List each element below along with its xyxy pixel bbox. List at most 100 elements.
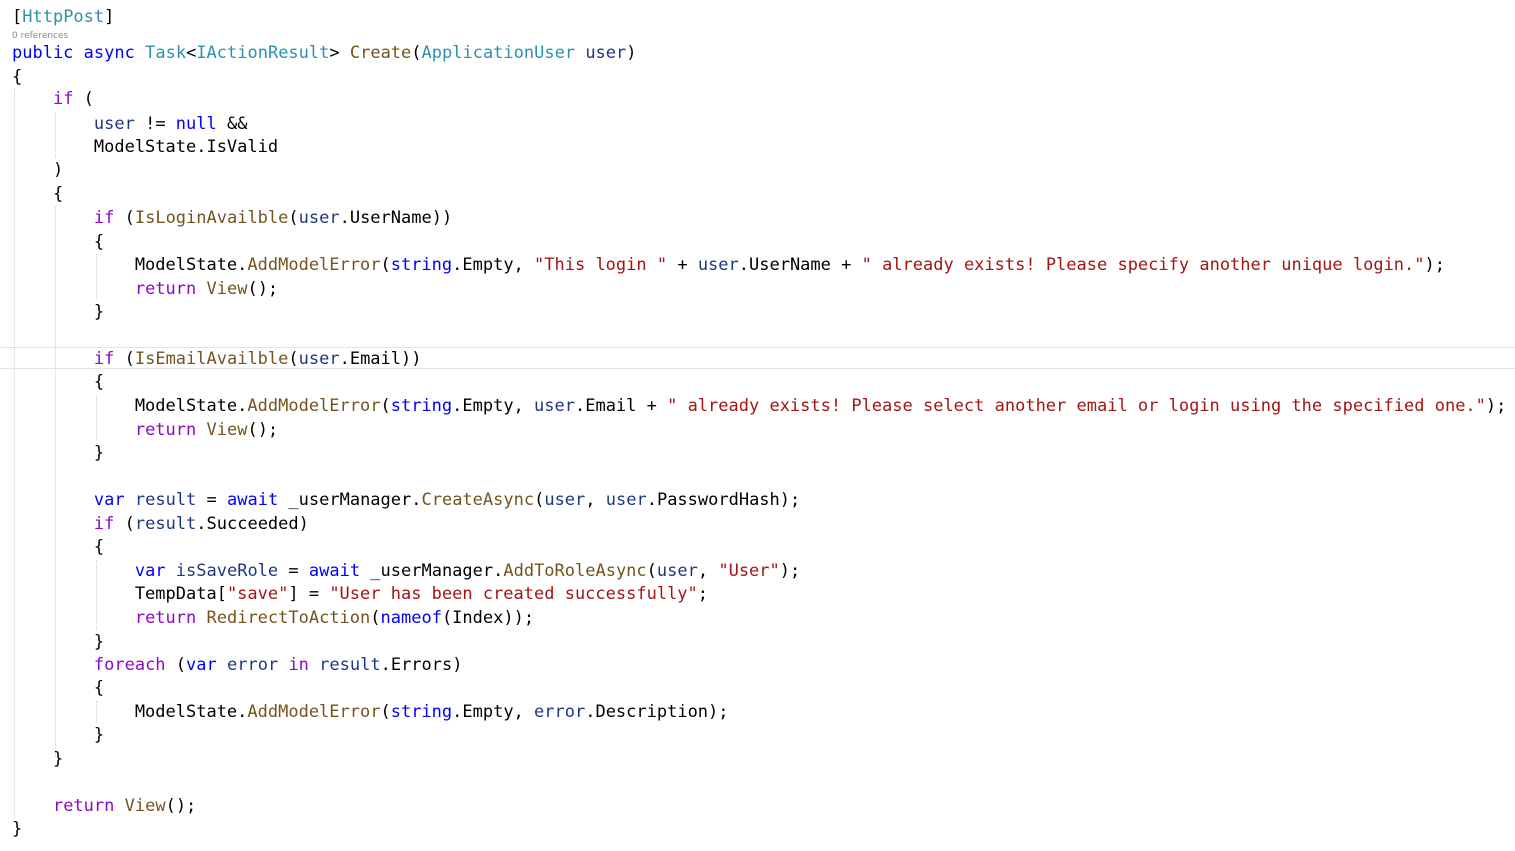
plain-token: );	[1485, 396, 1507, 416]
plain-token: ] =	[288, 584, 330, 604]
plain-token: (	[380, 396, 391, 416]
code-line[interactable]: [HttpPost]	[12, 6, 114, 28]
code-line[interactable]: {	[12, 183, 63, 205]
plain-token: (	[114, 349, 135, 369]
plain-token: }	[12, 443, 105, 463]
variable-token: isSaveRole	[175, 561, 279, 581]
string-token: " already exists! Please select another …	[667, 396, 1486, 416]
plain-token: ModelState.	[12, 255, 248, 275]
control-keyword-token: in	[288, 655, 309, 675]
variable-token: user	[93, 114, 135, 134]
codelens-references[interactable]: 0 references	[12, 31, 68, 41]
variable-token: user	[656, 561, 698, 581]
plain-token: ]	[104, 7, 115, 27]
plain-token: (Index));	[441, 608, 535, 628]
code-line[interactable]: return RedirectToAction(nameof(Index));	[12, 607, 534, 629]
plain-token: (	[165, 655, 187, 675]
keyword-token: string	[390, 702, 453, 722]
code-line[interactable]: {	[12, 231, 104, 253]
code-line[interactable]: foreach (var error in result.Errors)	[12, 654, 463, 676]
code-line[interactable]: ModelState.IsValid	[12, 136, 278, 158]
code-line[interactable]: }	[12, 442, 104, 464]
code-line[interactable]: }	[12, 818, 22, 840]
plain-token: _userManager.	[278, 490, 422, 510]
method-token: AddToRoleAsync	[503, 561, 647, 581]
plain-token: (	[114, 208, 135, 228]
keyword-token: var	[186, 655, 217, 675]
plain-token: }	[12, 725, 105, 745]
plain-token: <	[186, 43, 197, 63]
plain-token: _userManager.	[360, 561, 504, 581]
code-line[interactable]: TempData["save"] = "User has been create…	[12, 583, 708, 605]
code-line[interactable]: {	[12, 536, 104, 558]
code-line[interactable]: return View();	[12, 419, 278, 441]
code-line[interactable]: }	[12, 748, 63, 770]
plain-token: {	[12, 678, 105, 698]
variable-token: user	[697, 255, 739, 275]
code-line[interactable]: if (	[12, 88, 94, 110]
plain-token: {	[12, 67, 23, 87]
type-token: Task	[145, 43, 187, 63]
code-line[interactable]: var isSaveRole = await _userManager.AddT…	[12, 560, 800, 582]
variable-token: result	[134, 490, 197, 510]
control-keyword-token: return	[134, 608, 197, 628]
method-token: RedirectToAction	[206, 608, 371, 628]
code-line[interactable]: user != null &&	[12, 113, 248, 135]
keyword-token: null	[175, 114, 217, 134]
variable-token: user	[298, 349, 340, 369]
method-token: AddModelError	[247, 396, 381, 416]
plain-token: (	[380, 702, 391, 722]
plain-token: .Empty,	[452, 396, 535, 416]
keyword-token: public	[12, 43, 74, 63]
code-line[interactable]: if (IsEmailAvailble(user.Email))	[12, 348, 422, 370]
plain-token: }	[12, 819, 23, 839]
keyword-token: var	[134, 561, 166, 581]
code-line[interactable]: {	[12, 677, 104, 699]
plain-token: .UserName))	[339, 208, 453, 228]
code-line[interactable]: public async Task<IActionResult> Create(…	[12, 42, 637, 64]
code-line[interactable]: if (IsLoginAvailble(user.UserName))	[12, 207, 452, 229]
code-line[interactable]: }	[12, 724, 104, 746]
plain-token: .Empty,	[452, 255, 535, 275]
code-line[interactable]: ModelState.AddModelError(string.Empty, "…	[12, 254, 1445, 276]
code-line[interactable]: return View();	[12, 795, 196, 817]
code-line[interactable]: return View();	[12, 278, 278, 300]
plain-token: ;	[697, 584, 709, 604]
plain-token: }	[12, 749, 64, 769]
method-token: View	[206, 279, 248, 299]
control-keyword-token: return	[52, 796, 115, 816]
plain-token: &&	[216, 114, 248, 134]
plain-token: ModelState.	[12, 702, 248, 722]
code-line[interactable]: ModelState.AddModelError(string.Empty, u…	[12, 395, 1507, 417]
plain-token: {	[12, 184, 64, 204]
code-line[interactable]: )	[12, 159, 63, 181]
keyword-token: var	[93, 490, 125, 510]
method-token: AddModelError	[247, 702, 381, 722]
code-editor[interactable]: 0 references [HttpPost] public async Task…	[0, 0, 1515, 851]
code-line[interactable]: {	[12, 66, 22, 88]
code-line[interactable]: var result = await _userManager.CreateAs…	[12, 489, 800, 511]
control-keyword-token: if	[93, 514, 115, 534]
plain-token: =	[278, 561, 309, 581]
plain-token: >	[329, 43, 350, 63]
plain-token: (	[534, 490, 545, 510]
code-line[interactable]: }	[12, 631, 104, 653]
control-keyword-token: foreach	[93, 655, 166, 675]
plain-token: (	[288, 208, 299, 228]
plain-token: (	[380, 255, 391, 275]
plain-token: .Email +	[574, 396, 668, 416]
plain-token: !=	[134, 114, 176, 134]
code-line[interactable]: ModelState.AddModelError(string.Empty, e…	[12, 701, 729, 723]
code-line[interactable]: }	[12, 301, 104, 323]
plain-token: {	[12, 537, 105, 557]
code-line[interactable]: {	[12, 371, 104, 393]
code-line[interactable]: if (result.Succeeded)	[12, 513, 309, 535]
